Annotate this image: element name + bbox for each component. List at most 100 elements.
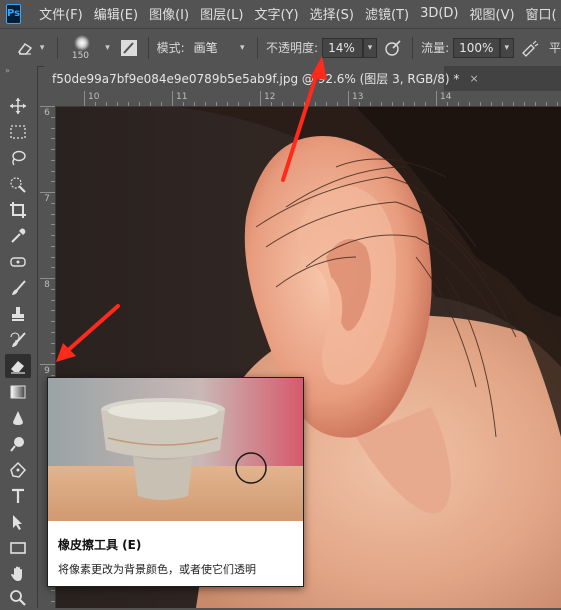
airbrush-icon[interactable]: [520, 37, 541, 59]
flow-input[interactable]: 100%: [453, 37, 500, 58]
blur-tool[interactable]: [5, 406, 31, 430]
ruler-minor-tick: [513, 102, 514, 106]
ruler-minor-tick: [381, 102, 382, 106]
toolbar-collapse-button[interactable]: »: [0, 66, 37, 76]
menu-window[interactable]: 窗口(: [526, 4, 557, 23]
eyedropper-icon: [11, 228, 26, 243]
brush-preset-picker[interactable]: 150: [66, 33, 101, 63]
ruler-minor-tick: [557, 102, 558, 106]
ruler-minor-tick: [51, 289, 55, 290]
move-tool[interactable]: [5, 94, 31, 118]
ruler-minor-tick: [502, 102, 503, 106]
rectangle-tool[interactable]: [5, 536, 31, 560]
ruler-minor-tick: [524, 102, 525, 106]
menu-image[interactable]: 图像(I): [149, 4, 189, 23]
menu-3d[interactable]: 3D(D): [420, 6, 458, 21]
menu-layer[interactable]: 图层(L): [200, 4, 243, 23]
crop-tool[interactable]: [5, 198, 31, 222]
brush-tool[interactable]: [5, 276, 31, 300]
close-tab-icon[interactable]: ×: [469, 72, 478, 85]
ruler-minor-tick: [51, 203, 55, 204]
brush-icon: [12, 280, 26, 295]
zoom-tool[interactable]: [5, 586, 31, 610]
eyedropper-tool[interactable]: [5, 224, 31, 248]
ruler-minor-tick: [150, 102, 151, 106]
marquee-icon: [10, 125, 26, 139]
eraser-preset-icon[interactable]: [14, 37, 35, 59]
eraser-tool[interactable]: [5, 354, 31, 378]
lasso-icon: [12, 150, 26, 166]
ruler-minor-tick: [51, 106, 55, 107]
ruler-minor-tick: [315, 102, 316, 106]
pen-tool[interactable]: [5, 458, 31, 482]
lasso-tool[interactable]: [5, 146, 31, 170]
flow-label: 流量:: [421, 41, 450, 55]
ruler-minor-tick: [403, 102, 404, 106]
ruler-minor-tick: [183, 102, 184, 106]
ruler-minor-tick: [359, 102, 360, 106]
ruler-minor-tick: [51, 128, 55, 129]
healing-icon: [10, 257, 26, 267]
opacity-input[interactable]: 14%: [322, 37, 364, 58]
brush-settings-panel-icon[interactable]: [118, 37, 139, 59]
options-bar: ▾ 150 ▾ 模式: 画笔 ▾ 不透明度: 14% ▾ 流量: 100% ▾ …: [0, 28, 561, 67]
preset-dropdown-icon[interactable]: ▾: [35, 38, 49, 58]
rectangle-icon: [10, 542, 26, 554]
photoshop-logo[interactable]: Ps: [6, 3, 22, 24]
ruler-minor-tick: [51, 590, 55, 591]
quick-selection-tool[interactable]: [5, 172, 31, 196]
tools-panel: »: [0, 66, 38, 608]
flow-dropdown-icon[interactable]: ▾: [500, 37, 514, 58]
ruler-minor-tick: [51, 601, 55, 602]
ruler-minor-tick: [304, 102, 305, 106]
mode-dropdown-icon[interactable]: ▾: [235, 38, 249, 58]
ruler-label: 14: [440, 92, 452, 102]
pen-icon: [10, 461, 27, 478]
hand-tool[interactable]: [5, 562, 31, 586]
brush-size-value: 150: [71, 50, 90, 61]
path-selection-icon: [13, 515, 22, 530]
ruler-minor-tick: [447, 102, 448, 106]
ruler-minor-tick: [51, 267, 55, 268]
ruler-minor-tick: [348, 102, 349, 106]
gradient-icon: [10, 385, 26, 399]
dodge-tool[interactable]: [5, 432, 31, 456]
ruler-minor-tick: [425, 102, 426, 106]
dodge-icon: [10, 437, 24, 452]
ruler-minor-tick: [51, 321, 55, 322]
menu-view[interactable]: 视图(V): [470, 4, 515, 23]
ruler-label: 13: [352, 92, 364, 102]
opacity-dropdown-icon[interactable]: ▾: [363, 37, 377, 58]
ruler-minor-tick: [436, 102, 437, 106]
healing-brush-tool[interactable]: [5, 250, 31, 274]
brush-dropdown-icon[interactable]: ▾: [101, 38, 115, 58]
mode-select[interactable]: 画笔: [188, 37, 236, 58]
menu-edit[interactable]: 编辑(E): [94, 4, 138, 23]
ruler-minor-tick: [51, 257, 55, 258]
hand-icon: [11, 566, 22, 581]
menu-select[interactable]: 选择(S): [310, 4, 354, 23]
ruler-minor-tick: [172, 102, 173, 106]
mode-label: 模式:: [156, 41, 185, 55]
menu-filter[interactable]: 滤镜(T): [365, 4, 409, 23]
ruler-minor-tick: [51, 332, 55, 333]
ruler-minor-tick: [128, 102, 129, 106]
path-selection-tool[interactable]: [5, 510, 31, 534]
history-brush-tool[interactable]: [5, 328, 31, 352]
clone-stamp-tool[interactable]: [5, 302, 31, 326]
marquee-tool[interactable]: [5, 120, 31, 144]
ruler-minor-tick: [161, 102, 162, 106]
menu-type[interactable]: 文字(Y): [254, 4, 298, 23]
horizontal-ruler[interactable]: 10 11 12 13 14: [44, 91, 561, 107]
type-tool[interactable]: [5, 484, 31, 508]
ruler-label: 12: [264, 92, 276, 102]
ruler-minor-tick: [117, 102, 118, 106]
pressure-opacity-icon[interactable]: [383, 37, 404, 59]
blur-icon: [13, 411, 23, 425]
gradient-tool[interactable]: [5, 380, 31, 404]
ruler-minor-tick: [139, 102, 140, 106]
document-tab[interactable]: f50de99a7bf9e084e9e0789b5e5ab9f.jpg @ 92…: [44, 66, 479, 91]
ruler-minor-tick: [238, 102, 239, 106]
menu-file[interactable]: 文件(F): [39, 4, 83, 23]
ruler-minor-tick: [392, 102, 393, 106]
